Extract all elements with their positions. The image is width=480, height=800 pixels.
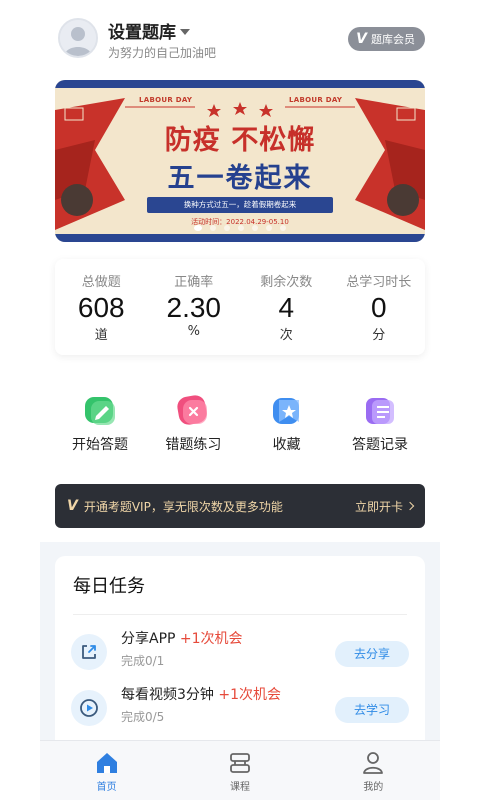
carousel-dot[interactable]: [238, 225, 244, 231]
task-item-video: 每看视频3分钟 +1次机会 完成0/5 去学习: [71, 684, 409, 734]
course-icon: [227, 750, 253, 776]
stat-label: 剩余次数: [260, 275, 313, 290]
tab-label: 首页: [96, 782, 117, 793]
vip-promo-bar[interactable]: V 开通考题VIP，享无限次数及更多功能 立即开卡: [55, 484, 425, 528]
question-bank-selector[interactable]: 设置题库: [108, 18, 190, 43]
stat-value: 608: [77, 292, 125, 323]
banner-headline: 防疫 不松懈: [164, 125, 316, 156]
stat-unit: 道: [94, 328, 108, 343]
action-label: 收藏: [272, 437, 301, 453]
wrong-icon: [175, 392, 211, 428]
start-quiz-button[interactable]: 开始答题: [55, 392, 145, 454]
stat-value: 0: [370, 292, 387, 323]
task-title: 分享APP +1次机会: [121, 628, 243, 648]
task-item-share: 分享APP +1次机会 完成0/1 去分享: [71, 628, 409, 678]
wrong-practice-button[interactable]: 错题练习: [148, 392, 238, 454]
carousel-dot[interactable]: [194, 225, 202, 231]
stat-total-questions: 总做题 608 道: [55, 259, 148, 355]
stat-value: 4: [278, 292, 295, 323]
banner-label-left: LABOUR DAY: [139, 96, 193, 104]
daily-tasks-card: 每日任务 分享APP +1次机会 完成0/1 去分享 每看视频3分钟 +1次机会…: [55, 556, 425, 742]
tab-course[interactable]: 课程: [173, 741, 306, 800]
vip-open-card-button[interactable]: 立即开卡: [354, 498, 415, 515]
home-icon: [94, 750, 120, 776]
tab-label: 我的: [363, 782, 384, 793]
record-icon: [362, 392, 398, 428]
vip-promo-text: 开通考题VIP，享无限次数及更多功能: [83, 499, 283, 514]
vip-cta-label: 立即开卡: [354, 499, 403, 514]
carousel-dot[interactable]: [224, 225, 230, 231]
carousel-dot[interactable]: [280, 225, 286, 231]
stat-unit: 分: [372, 328, 386, 343]
member-badge[interactable]: V 题库会员: [348, 27, 425, 51]
pencil-icon: [82, 392, 118, 428]
stat-label: 总做题: [81, 275, 121, 290]
banner-subheadline: 五一卷起来: [167, 163, 313, 194]
caret-down-icon: [180, 29, 190, 35]
action-label: 答题记录: [351, 437, 408, 453]
task-title-text: 每看视频3分钟: [121, 687, 214, 703]
favorites-button[interactable]: 收藏: [242, 392, 332, 454]
bottom-tab-bar: 首页 课程 我的: [40, 740, 440, 800]
task-bonus: +1次机会: [218, 687, 282, 703]
share-icon: [71, 634, 107, 670]
task-progress: 完成0/1: [121, 654, 165, 668]
promo-banner[interactable]: LABOUR DAY LABOUR DAY 防疫 不松懈 五一卷起来 换种方式过…: [55, 80, 425, 242]
stat-study-time: 总学习时长 0 分: [333, 259, 426, 355]
carousel-dots[interactable]: [55, 225, 425, 231]
task-title: 每看视频3分钟 +1次机会: [121, 684, 281, 704]
profile-icon: [360, 750, 386, 776]
header: 设置题库 为努力的自己加油吧 V 题库会员: [0, 0, 480, 72]
banner-tagline: 换种方式过五一，趁着假期卷起来: [147, 197, 333, 213]
stat-value: 2.30: [166, 292, 222, 323]
stat-unit: 次: [279, 328, 293, 343]
vip-v-icon: V: [356, 31, 367, 47]
daily-tasks-title: 每日任务: [73, 576, 145, 597]
tab-profile[interactable]: 我的: [307, 741, 440, 800]
stat-unit: %: [187, 324, 200, 339]
task-bonus: +1次机会: [179, 631, 243, 647]
vip-v-icon: V: [67, 498, 78, 514]
action-label: 错题练习: [165, 437, 222, 453]
avatar-icon: [60, 20, 96, 56]
member-badge-label: 题库会员: [371, 33, 415, 46]
go-share-button[interactable]: 去分享: [335, 641, 409, 667]
stats-card: 总做题 608 道 正确率 2.30 % 剩余次数 4 次 总学习时长 0 分: [55, 259, 425, 355]
avatar[interactable]: [58, 18, 98, 58]
play-icon: [71, 690, 107, 726]
divider: [73, 614, 407, 615]
page-title: 设置题库: [108, 23, 176, 43]
page-subtitle: 为努力的自己加油吧: [108, 46, 217, 60]
star-icon: [269, 392, 305, 428]
action-label: 开始答题: [72, 437, 128, 453]
tab-home[interactable]: 首页: [40, 741, 173, 800]
go-study-button[interactable]: 去学习: [335, 697, 409, 723]
carousel-dot[interactable]: [252, 225, 258, 231]
chevron-right-icon: [405, 501, 415, 511]
stat-remaining: 剩余次数 4 次: [240, 259, 333, 355]
banner-label-right: LABOUR DAY: [289, 96, 343, 104]
answer-records-button[interactable]: 答题记录: [335, 392, 425, 454]
carousel-dot[interactable]: [210, 225, 216, 231]
carousel-dot[interactable]: [266, 225, 272, 231]
quick-actions: 开始答题 错题练习 收藏 答题记录: [55, 392, 425, 454]
stat-label: 总学习时长: [346, 275, 412, 290]
stat-accuracy: 正确率 2.30 %: [148, 259, 241, 355]
task-title-text: 分享APP: [121, 631, 176, 647]
tab-label: 课程: [229, 782, 250, 793]
task-progress: 完成0/5: [121, 710, 165, 724]
stat-label: 正确率: [174, 275, 214, 290]
